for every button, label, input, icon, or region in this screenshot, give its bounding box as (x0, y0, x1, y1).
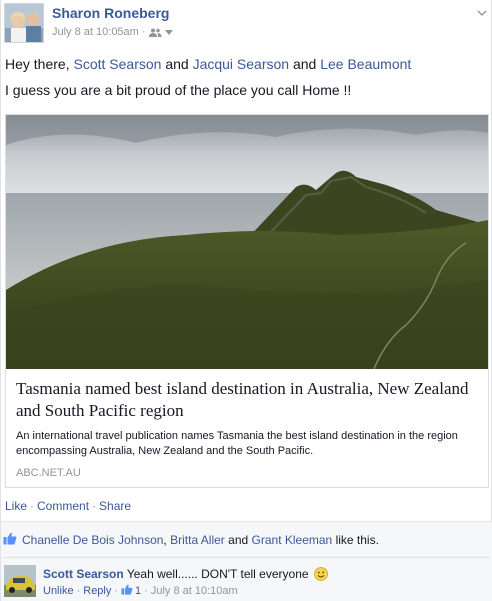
comment-text: Yeah well...... DON'T tell everyone (126, 567, 309, 581)
comment-timestamp[interactable]: July 8 at 10:10am (151, 585, 238, 597)
likes-text: Chanelle De Bois Johnson, Britta Aller a… (22, 533, 379, 547)
comma-text: , (163, 533, 167, 547)
comment-item: Scott Searson Yeah well...... DON'T tell… (3, 563, 489, 601)
message-line-2: I guess you are a bit proud of the place… (5, 82, 352, 98)
post-card: Sharon Roneberg July 8 at 10:05am · Hey … (0, 0, 492, 601)
post-author-link[interactable]: Sharon Roneberg (52, 5, 169, 21)
feedback-section: Chanelle De Bois Johnson, Britta Aller a… (1, 521, 492, 601)
action-separator: · (30, 499, 35, 513)
comment-actions: Unlike · Reply · 1 · July 8 at 10:10am (43, 584, 238, 598)
post-header: Sharon Roneberg July 8 at 10:05am · (3, 2, 489, 46)
comment-like-count: 1 (135, 585, 142, 597)
smiley-emoji-icon (313, 567, 328, 585)
post-options-chevron-down-icon[interactable] (477, 6, 487, 20)
tagged-user-link[interactable]: Lee Beaumont (320, 56, 411, 72)
post-message: Hey there, Scott Searson and Jacqui Sear… (5, 54, 489, 106)
and-text: and (228, 533, 249, 547)
post-actions: Like · Comment · Share (5, 499, 131, 513)
author-avatar[interactable] (4, 3, 44, 43)
shared-link-attachment[interactable]: Tasmania named best island destination i… (5, 114, 489, 488)
tagged-user-link[interactable]: Jacqui Searson (193, 56, 290, 72)
post-timestamp[interactable]: July 8 at 10:05am (52, 26, 139, 38)
friends-icon[interactable] (148, 28, 162, 37)
like-this-text: like this. (335, 533, 379, 547)
attachment-domain: ABC.NET.AU (16, 467, 81, 479)
feedback-divider (3, 557, 489, 558)
attachment-description: An international travel publication name… (16, 430, 458, 457)
commenter-avatar[interactable] (4, 565, 36, 597)
action-separator: · (92, 499, 97, 513)
share-button[interactable]: Share (99, 499, 131, 513)
thumbs-up-icon (121, 584, 133, 598)
comment-reply-button[interactable]: Reply (83, 585, 111, 597)
message-line-1: Hey there, Scott Searson and Jacqui Sear… (5, 54, 489, 74)
comment-body: Scott Searson Yeah well...... DON'T tell… (43, 566, 328, 585)
conjunction-text: and (292, 56, 317, 72)
post-meta: July 8 at 10:05am · (52, 26, 173, 38)
like-button[interactable]: Like (5, 499, 27, 513)
liker-link[interactable]: Chanelle De Bois Johnson (22, 533, 163, 547)
attachment-title[interactable]: Tasmania named best island destination i… (16, 378, 482, 422)
audience-chevron-down-icon[interactable] (164, 29, 173, 35)
liker-link[interactable]: Britta Aller (170, 533, 225, 547)
comment-separator: · (144, 585, 148, 597)
conjunction-text: and (165, 56, 189, 72)
liker-link[interactable]: Grant Kleeman (252, 533, 333, 547)
comment-button[interactable]: Comment (37, 499, 89, 513)
comment-like-count-group[interactable]: 1 (121, 584, 141, 598)
comment-separator: · (76, 585, 81, 597)
comment-author-link[interactable]: Scott Searson (43, 567, 124, 581)
thumbs-up-icon (3, 532, 17, 548)
greeting-text: Hey there, (5, 56, 70, 72)
meta-separator: · (141, 26, 146, 38)
comment-separator: · (114, 585, 119, 597)
tagged-user-link[interactable]: Scott Searson (73, 56, 161, 72)
comment-unlike-button[interactable]: Unlike (43, 585, 74, 597)
attachment-image[interactable] (6, 115, 488, 369)
likes-summary: Chanelle De Bois Johnson, Britta Aller a… (3, 523, 489, 557)
